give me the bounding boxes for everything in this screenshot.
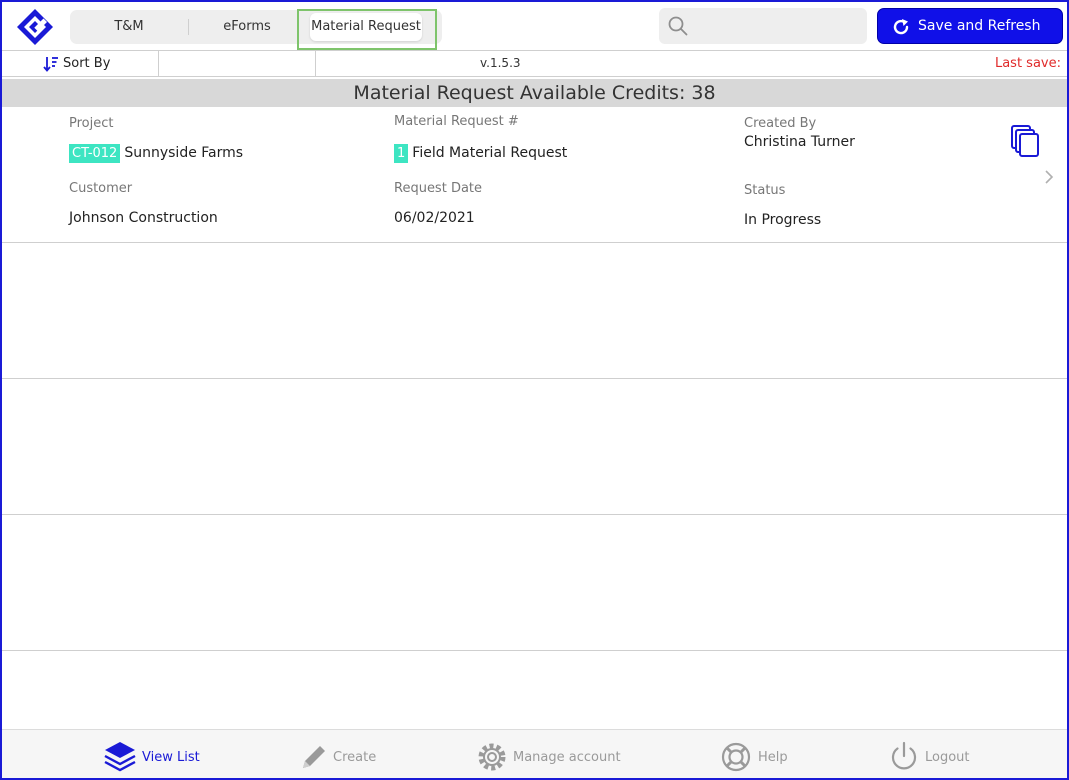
list-item	[2, 243, 1067, 379]
nav-help-label: Help	[758, 750, 788, 765]
version-label: v.1.5.3	[480, 56, 521, 70]
project-label: Project	[69, 116, 114, 131]
copy-icon[interactable]	[1010, 124, 1040, 158]
sort-icon	[43, 57, 58, 72]
nav-logout[interactable]: Logout	[887, 740, 987, 774]
nav-create[interactable]: Create	[299, 740, 389, 774]
request-date-label: Request Date	[394, 181, 483, 196]
nav-manage-account-label: Manage account	[513, 750, 621, 765]
top-bar: T&M eForms Material Request Save and Ref…	[2, 2, 1067, 50]
bottom-nav: View List Create Manage account Help Log…	[2, 729, 1067, 778]
lifebuoy-icon	[721, 742, 751, 772]
created-by-value: Christina Turner	[744, 134, 855, 150]
project-code-badge: CT-012	[69, 144, 121, 163]
sort-by-label: Sort By	[63, 56, 111, 71]
nav-logout-label: Logout	[925, 750, 970, 765]
app-logo-icon	[17, 9, 53, 45]
nav-manage-account[interactable]: Manage account	[475, 740, 635, 774]
power-icon	[891, 741, 917, 770]
search-icon	[668, 16, 688, 36]
sort-bar: Sort By v.1.5.3 Last save:	[2, 50, 1067, 77]
nav-create-label: Create	[333, 750, 377, 765]
credits-header: Material Request Available Credits: 38	[2, 79, 1067, 107]
tab-bar: T&M eForms Material Request	[70, 10, 442, 44]
search-input[interactable]	[695, 12, 860, 40]
save-and-refresh-button[interactable]: Save and Refresh	[877, 8, 1063, 44]
last-save-label: Last save:	[994, 56, 1061, 71]
material-request-number-label: Material Request #	[394, 114, 519, 129]
sort-bar-cell	[316, 51, 473, 76]
refresh-icon	[893, 19, 909, 35]
nav-view-list-label: View List	[142, 750, 200, 765]
project-name: Sunnyside Farms	[124, 145, 244, 161]
tab-material-request[interactable]: Material Request	[310, 13, 422, 41]
gear-icon	[478, 743, 506, 771]
project-value: CT-012 Sunnyside Farms	[69, 144, 243, 163]
search-box[interactable]	[659, 8, 867, 44]
customer-label: Customer	[69, 181, 133, 196]
nav-help[interactable]: Help	[719, 740, 809, 774]
material-request-row[interactable]: Project CT-012 Sunnyside Farms Material R…	[2, 107, 1067, 243]
status-label: Status	[744, 183, 786, 198]
save-and-refresh-label: Save and Refresh	[918, 18, 1041, 34]
customer-value: Johnson Construction	[69, 210, 218, 226]
request-date-value: 06/02/2021	[394, 210, 475, 226]
list-item	[2, 379, 1067, 515]
material-request-number-badge: 1	[394, 144, 409, 163]
sort-bar-cell	[159, 51, 316, 76]
status-value: In Progress	[744, 212, 822, 228]
created-by-label: Created By	[744, 116, 817, 131]
material-request-name: Field Material Request	[412, 145, 568, 161]
tab-eforms[interactable]: eForms	[188, 10, 306, 44]
nav-view-list[interactable]: View List	[103, 740, 213, 774]
pencil-icon	[303, 746, 325, 768]
app-window: T&M eForms Material Request Save and Ref…	[0, 0, 1069, 780]
list-item	[2, 515, 1067, 651]
material-request-value: 1 Field Material Request	[394, 144, 567, 163]
layers-icon	[104, 742, 136, 772]
sort-by-button[interactable]: Sort By	[2, 51, 159, 76]
chevron-right-icon[interactable]	[1044, 169, 1054, 185]
tab-tm[interactable]: T&M	[70, 10, 188, 44]
